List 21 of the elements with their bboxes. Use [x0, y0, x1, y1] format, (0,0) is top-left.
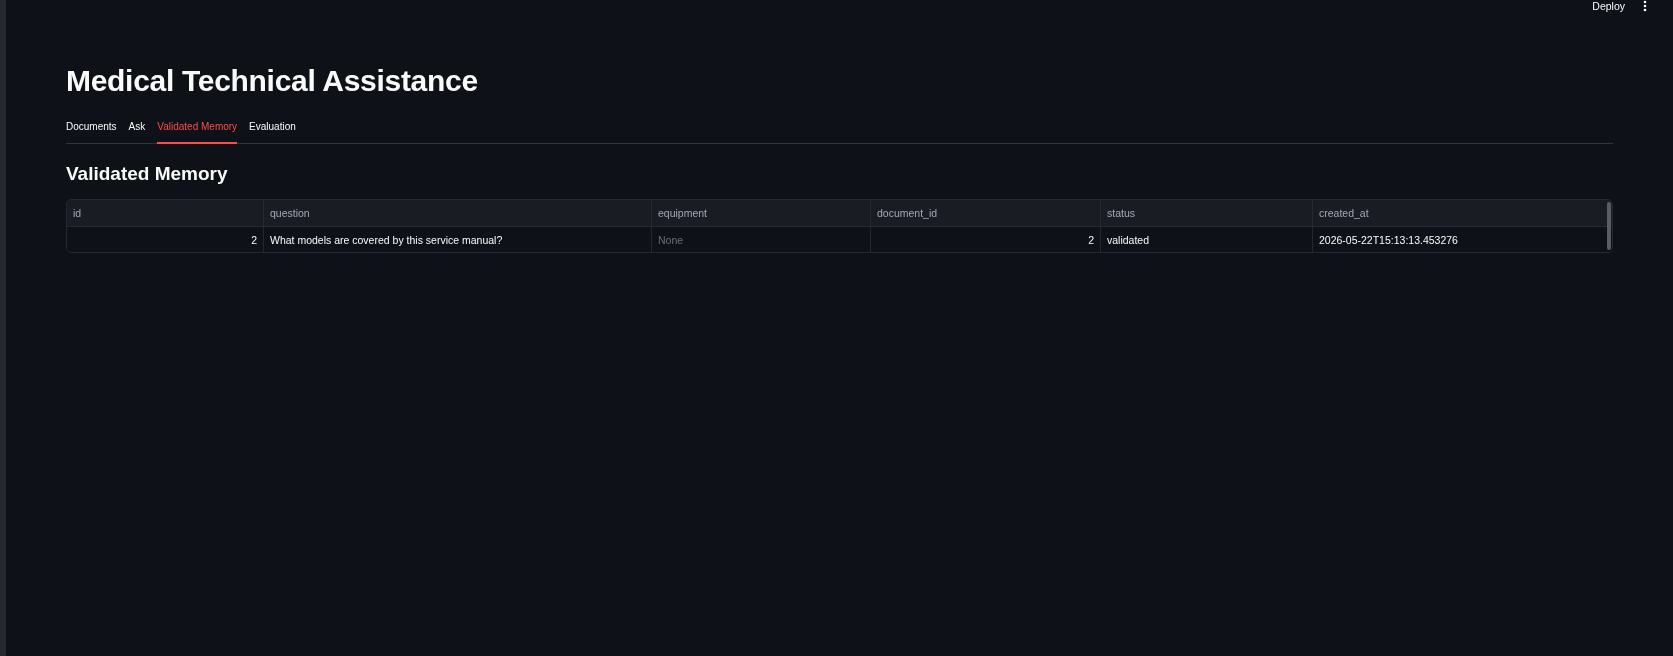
tab[interactable]: Validated Memory: [157, 120, 238, 144]
table-cell-text: 2026-05-22T15:13:13.453276: [1318, 232, 1459, 248]
tab[interactable]: Evaluation: [249, 120, 296, 144]
page-title: Medical Technical Assistance: [66, 63, 479, 99]
scrollbar-thumb[interactable]: [1607, 202, 1611, 250]
section-title: Validated Memory: [66, 162, 229, 186]
tab[interactable]: Ask: [128, 120, 146, 144]
table-cell: What models are covered by this service manual?: [264, 227, 652, 252]
table-cell: 2: [871, 227, 1101, 252]
table-cell: validated: [1101, 227, 1313, 252]
column-header[interactable]: id: [67, 200, 264, 227]
table-cell: None: [652, 227, 871, 252]
column-header[interactable]: created_at: [1313, 200, 1612, 227]
column-header[interactable]: document_id: [871, 200, 1101, 227]
deploy-button[interactable]: Deploy: [1592, 0, 1625, 12]
column-header[interactable]: question: [264, 200, 652, 227]
column-header[interactable]: equipment: [652, 200, 871, 227]
menu-icon[interactable]: [1643, 0, 1647, 12]
column-header[interactable]: status: [1101, 200, 1313, 227]
tab[interactable]: Documents: [66, 120, 117, 144]
table-cell: 2: [67, 227, 264, 252]
